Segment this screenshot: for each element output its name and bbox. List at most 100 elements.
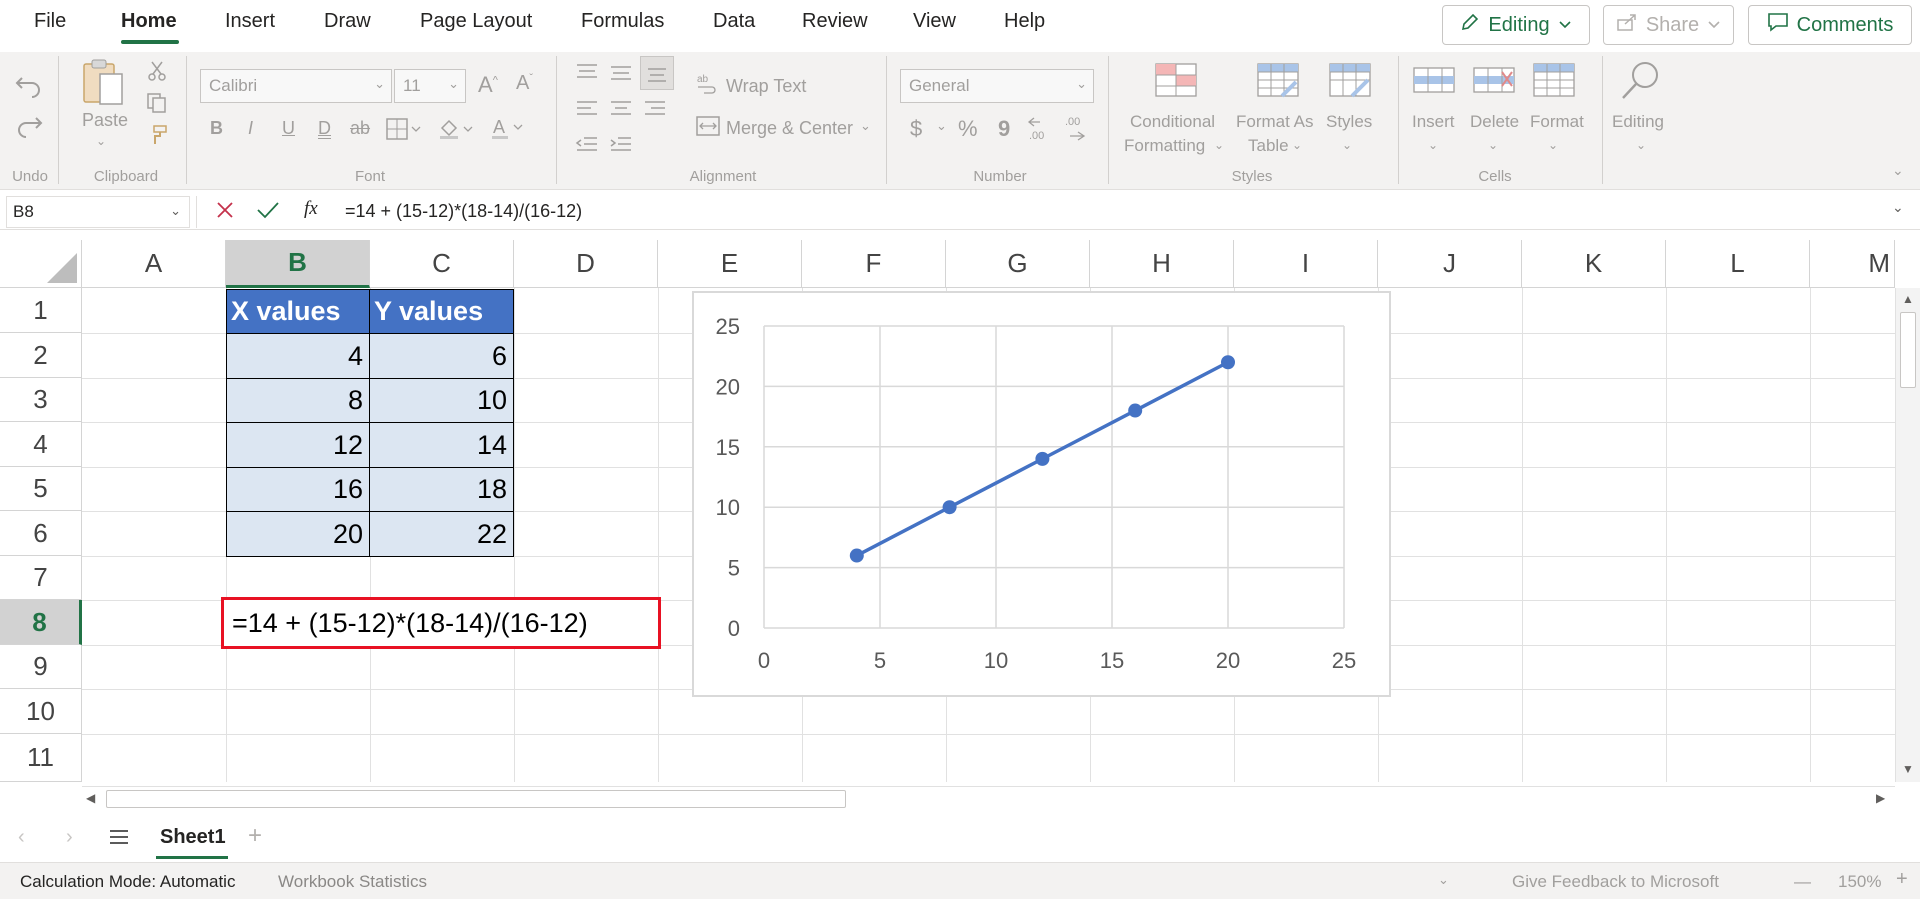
row-header-11[interactable]: 11 [0,734,82,782]
insert-function-button[interactable]: fx [304,198,318,220]
conditional-formatting-label-2[interactable]: Formatting [1124,136,1205,156]
strikethrough-button[interactable]: ab [350,118,370,139]
cell-c4[interactable]: 14 [369,422,514,468]
row-header-7[interactable]: 7 [0,556,82,600]
underline-button[interactable]: U [282,118,295,139]
format-as-table-label-1[interactable]: Format As [1236,112,1313,132]
conditional-formatting-label-1[interactable]: Conditional [1130,112,1215,132]
row-header-5[interactable]: 5 [0,467,82,511]
cut-icon[interactable] [146,60,168,87]
share-button[interactable]: Share [1603,5,1734,45]
format-cells-label[interactable]: Format [1530,112,1584,132]
currency-button[interactable]: $ [910,116,922,142]
horizontal-scroll-thumb[interactable] [106,790,846,808]
column-header-h[interactable]: H [1090,240,1234,288]
scroll-down-icon[interactable]: ▼ [1902,762,1914,776]
row-header-8[interactable]: 8 [0,600,82,645]
expand-formula-bar-icon[interactable]: ⌄ [1892,199,1904,216]
increase-indent-icon[interactable] [608,134,634,161]
align-top-icon[interactable] [574,62,600,89]
format-painter-icon[interactable] [146,124,168,151]
format-cells-icon[interactable] [1532,62,1576,103]
zoom-out-icon[interactable]: — [1794,872,1811,892]
format-as-table-icon[interactable] [1256,62,1300,103]
cell-b2[interactable]: 4 [226,333,370,379]
align-middle-icon[interactable] [608,62,634,89]
paste-label[interactable]: Paste [82,110,128,131]
zoom-level[interactable]: 150% [1838,872,1881,892]
formula-input[interactable]: =14 + (15-12)*(18-14)/(16-12) [345,201,582,222]
bold-button[interactable]: B [210,118,223,139]
column-header-l[interactable]: L [1666,240,1810,288]
column-header-j[interactable]: J [1378,240,1522,288]
font-color-icon[interactable]: A [490,116,526,145]
borders-icon[interactable] [386,118,422,145]
cell-c3[interactable]: 10 [369,378,514,423]
column-header-i[interactable]: I [1234,240,1378,288]
cell-b8-editing[interactable]: =14 + (15-12)*(18-14)/(16-12) [221,597,661,649]
copy-icon[interactable] [146,92,168,119]
column-header-a[interactable]: A [82,240,226,288]
tab-draw[interactable]: Draw [324,10,371,33]
row-header-10[interactable]: 10 [0,689,82,734]
paste-icon[interactable] [80,58,126,113]
zoom-in-icon[interactable]: + [1896,868,1908,891]
column-header-f[interactable]: F [802,240,946,288]
cancel-icon[interactable] [214,199,236,226]
column-header-g[interactable]: G [946,240,1090,288]
merge-center-icon[interactable] [696,116,720,141]
tab-insert[interactable]: Insert [225,10,275,33]
chevron-down-icon[interactable]: ⌄ [936,118,947,134]
cell-b3[interactable]: 8 [226,378,370,423]
tab-file[interactable]: File [34,10,66,33]
decrease-indent-icon[interactable] [574,134,600,161]
cell-styles-icon[interactable] [1328,62,1372,103]
tab-home[interactable]: Home [121,10,177,33]
scroll-right-icon[interactable]: ▶ [1876,791,1885,805]
fill-color-icon[interactable] [438,118,474,145]
row-header-6[interactable]: 6 [0,511,82,556]
cell-b1[interactable]: X values [226,289,370,334]
styles-label[interactable]: Styles [1326,112,1372,132]
cell-b6[interactable]: 20 [226,511,370,557]
all-sheets-menu-icon[interactable] [108,828,130,851]
scroll-left-icon[interactable]: ◀ [86,791,95,805]
undo-icon[interactable] [14,72,44,103]
delete-cells-icon[interactable] [1472,62,1516,103]
scroll-up-icon[interactable]: ▲ [1902,292,1914,306]
font-size-select[interactable]: 11 ⌄ [394,69,466,103]
vertical-scrollbar[interactable]: ▲ ▼ [1895,288,1920,782]
row-header-4[interactable]: 4 [0,422,82,467]
tab-review[interactable]: Review [802,10,868,33]
column-header-k[interactable]: K [1522,240,1666,288]
tab-data[interactable]: Data [713,10,755,33]
tab-page-layout[interactable]: Page Layout [420,10,532,33]
row-header-3[interactable]: 3 [0,378,82,422]
double-underline-button[interactable]: D [318,118,331,139]
horizontal-scrollbar[interactable]: ◀ ▶ [82,786,1895,810]
calculation-mode[interactable]: Calculation Mode: Automatic [20,872,235,892]
column-header-e[interactable]: E [658,240,802,288]
editing-mode-button[interactable]: Editing [1442,5,1590,45]
chevron-down-icon[interactable]: ⌄ [1342,138,1352,152]
cell-c2[interactable]: 6 [369,333,514,379]
previous-sheet-icon[interactable]: ‹ [18,826,25,849]
increase-decimal-icon[interactable]: .00 [1026,114,1054,147]
format-as-table-label-2[interactable]: Table [1248,136,1289,156]
scatter-chart[interactable]: 0 5 10 15 20 25 0 5 10 15 20 25 [692,291,1391,697]
row-header-1[interactable]: 1 [0,288,82,333]
chevron-down-icon[interactable]: ⌄ [1214,138,1224,152]
collapse-ribbon-icon[interactable]: ⌄ [1892,162,1904,179]
conditional-formatting-icon[interactable] [1154,62,1198,103]
comma-button[interactable]: 9 [998,116,1010,142]
align-center-icon[interactable] [608,98,634,125]
name-box[interactable]: B8 ⌄ [6,196,190,228]
comments-button[interactable]: Comments [1748,5,1912,45]
chevron-down-icon[interactable]: ⌄ [96,134,106,148]
cell-b4[interactable]: 12 [226,422,370,468]
row-header-2[interactable]: 2 [0,333,82,378]
sheet-tab-sheet1[interactable]: Sheet1 [160,826,226,849]
column-header-d[interactable]: D [514,240,658,288]
chevron-down-icon[interactable]: ⌄ [860,118,871,134]
row-header-9[interactable]: 9 [0,645,82,689]
